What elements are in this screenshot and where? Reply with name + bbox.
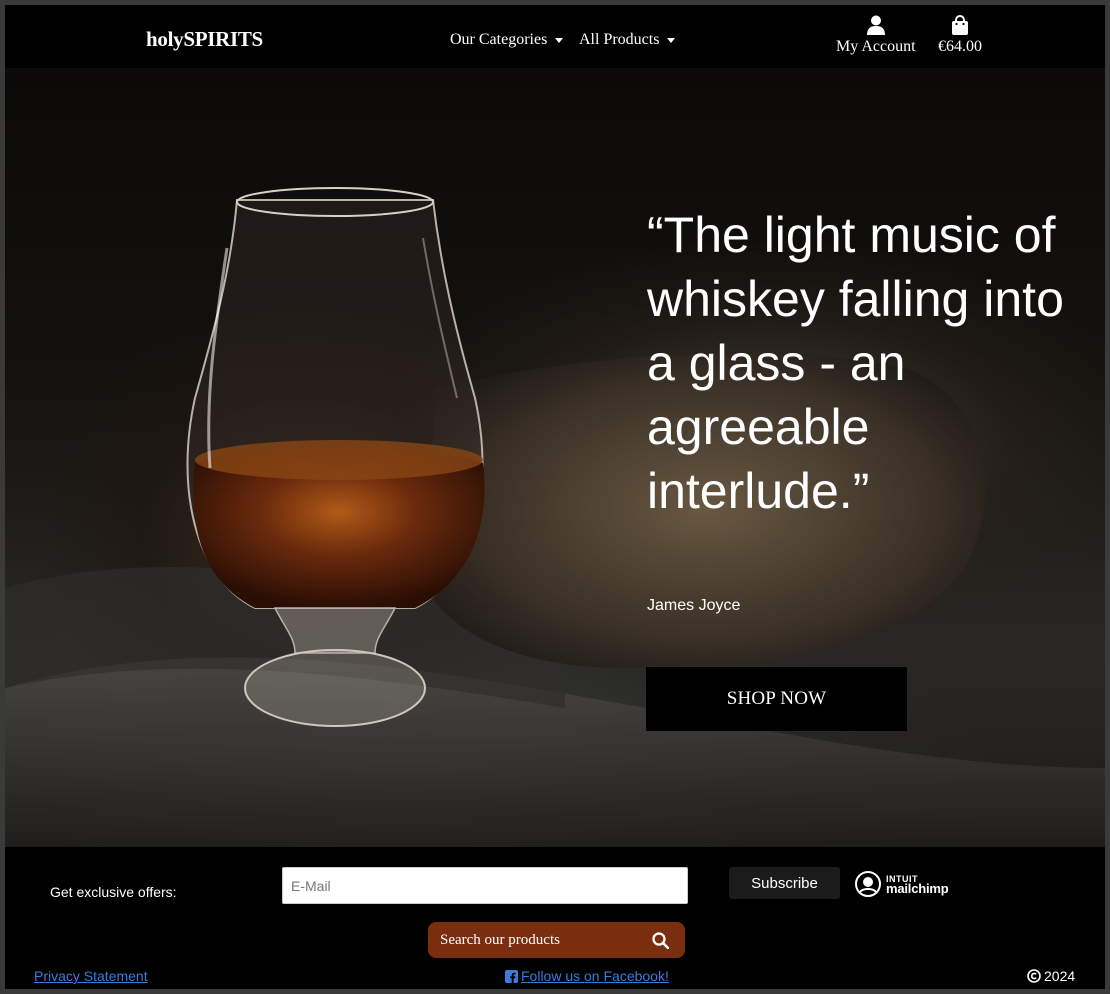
my-account-label: My Account [836,38,916,55]
mailchimp-brand: mailchimp [886,881,949,896]
copyright-icon [1027,969,1041,983]
search-products-button[interactable]: Search our products [428,922,685,958]
my-account-link[interactable]: My Account [836,15,916,56]
search-products-label: Search our products [440,931,560,948]
mailchimp-logo: INTUIT mailchimp [854,870,949,898]
mailchimp-icon [855,871,881,897]
subscribe-button[interactable]: Subscribe [729,867,840,899]
categories-dropdown[interactable]: Our Categories [450,31,564,49]
facebook-icon [505,969,518,983]
cart-link[interactable]: €64.00 [938,15,982,56]
search-icon [652,931,669,949]
quote-author: James Joyce [647,597,741,614]
email-field[interactable] [282,867,688,904]
privacy-statement-link[interactable]: Privacy Statement [34,968,148,984]
brand-logo[interactable]: holySPIRITS [146,27,263,52]
chevron-down-icon [555,37,564,43]
shop-now-button[interactable]: SHOP NOW [646,667,907,731]
all-products-dropdown[interactable]: All Products [579,31,676,49]
offers-label: Get exclusive offers: [50,884,177,900]
cart-total: €64.00 [938,38,982,55]
footer: Get exclusive offers: Subscribe INTUIT m… [5,847,1105,989]
navbar: holySPIRITS Our Categories All Products … [5,5,1105,68]
facebook-link[interactable]: Follow us on Facebook! [505,968,669,984]
hero-quote: “The light music of whiskey falling into… [647,207,1064,519]
facebook-label: Follow us on Facebook! [521,968,669,984]
hero-banner: “The light music of whiskey falling into… [5,68,1105,847]
chevron-down-icon [667,37,676,43]
shopping-bag-icon [952,15,968,35]
copyright: 2024 [1027,968,1075,984]
all-products-label: All Products [579,31,660,48]
user-icon [866,15,885,35]
categories-label: Our Categories [450,31,548,48]
page-frame: holySPIRITS Our Categories All Products … [5,5,1105,989]
copyright-year: 2024 [1044,968,1076,984]
